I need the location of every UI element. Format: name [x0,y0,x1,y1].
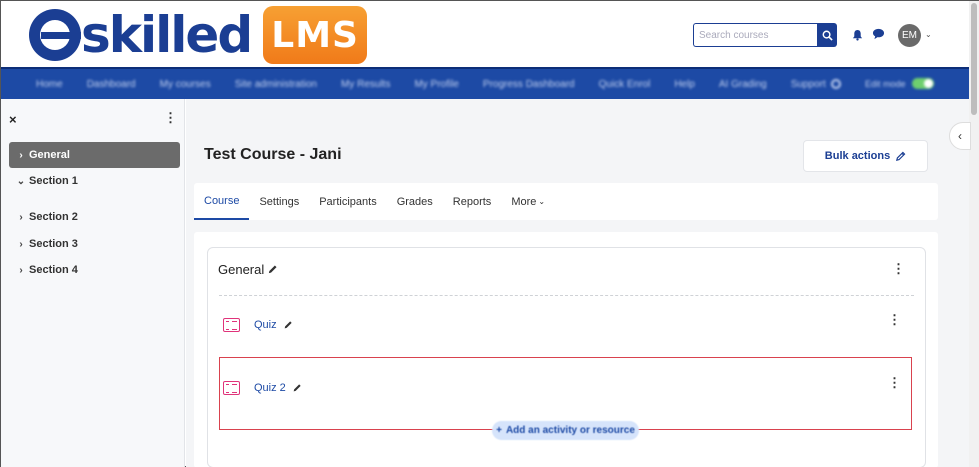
site-header: skilled LMS EM ⌄ [1,1,969,67]
tab-more[interactable]: More ⌄ [501,183,555,220]
nav-item-ai-grading[interactable]: AI Grading [719,79,767,90]
chevron-down-icon: ⌄ [538,197,546,206]
user-avatar[interactable]: EM [898,24,921,47]
course-index-label: Section 1 [29,175,78,187]
nav-item-my-courses[interactable]: My courses [160,79,211,90]
navbar-right-tools: Edit mode [831,78,934,89]
search-icon [822,30,833,41]
tab-more-label: More [511,195,537,208]
activity-quiz[interactable]: Quiz [223,318,293,332]
add-activity-label: Add an activity or resource [505,425,635,436]
nav-item-dashboard[interactable]: Dashboard [87,79,136,90]
chevron-right-icon[interactable]: › [13,150,29,161]
edit-activity-pencil-icon[interactable] [292,383,302,393]
nav-item-support[interactable]: Support [791,79,826,90]
activity-quiz-2[interactable]: Quiz 2 [223,381,302,395]
eskilled-logo[interactable]: skilled LMS [29,6,368,64]
lms-badge: LMS [263,6,368,64]
tab-course[interactable]: Course [194,183,250,220]
drawer-options-icon[interactable]: ⋮ [164,111,177,124]
course-index-label: Section 3 [29,238,78,250]
nav-item-help[interactable]: Help [674,79,695,90]
course-main-region: Test Course - Jani Bulk actions Course S… [186,99,969,467]
section-actions-icon[interactable]: ⋮ [892,262,905,275]
bulk-actions-button[interactable]: Bulk actions [803,140,928,172]
add-activity-button[interactable]: + Add an activity or resource [492,421,639,440]
section-name-text: General [218,262,265,277]
course-index-general[interactable]: › General [9,142,180,168]
primary-navigation: Home Dashboard My courses Site administr… [1,67,969,99]
logo-e-mark [29,9,81,61]
quiz-icon [223,381,240,395]
logo-wordmark: skilled [81,6,253,64]
close-drawer-icon[interactable]: × [9,112,17,127]
search-button[interactable] [817,23,837,47]
pencil-icon [896,151,906,161]
course-index-label: General [29,149,70,161]
activity-name-link[interactable]: Quiz [254,319,277,331]
nav-item-progress-dashboard[interactable]: Progress Dashboard [483,79,575,90]
course-index-drawer: × ⋮ › General ⌄ Section 1 › Section 2 › … [1,99,185,467]
course-search [693,23,837,47]
chat-icon[interactable] [872,28,885,40]
course-index-section-3[interactable]: › Section 3 [9,231,180,257]
nav-item-my-profile[interactable]: My Profile [414,79,458,90]
nav-item-site-administration[interactable]: Site administration [235,79,317,90]
page-title: Test Course - Jani [204,146,342,163]
page-scrollbar[interactable] [969,1,979,467]
chevron-down-icon[interactable]: ⌄ [13,176,29,187]
bell-icon[interactable] [852,29,863,41]
course-index-label: Section 4 [29,264,78,276]
course-index-label: Section 2 [29,211,78,223]
scrollbar-thumb[interactable] [971,3,977,115]
activity-name-link[interactable]: Quiz 2 [254,382,286,394]
chevron-left-icon: ‹ [958,129,962,143]
tab-participants[interactable]: Participants [309,183,386,220]
chevron-right-icon[interactable]: › [13,212,29,223]
nav-item-my-results[interactable]: My Results [341,79,390,90]
activity-actions-icon[interactable]: ⋮ [888,313,901,326]
chevron-right-icon[interactable]: › [13,239,29,250]
tab-reports[interactable]: Reports [443,183,502,220]
tab-grades[interactable]: Grades [387,183,443,220]
open-block-drawer-button[interactable]: ‹ [949,122,971,150]
section-title: General [218,262,278,277]
course-index-section-2[interactable]: › Section 2 [9,204,180,230]
edit-section-name-pencil-icon[interactable] [267,264,278,275]
chevron-right-icon[interactable]: › [13,265,29,276]
edit-mode-toggle[interactable] [911,78,934,89]
section-divider [219,295,914,296]
navbar-search-icon[interactable] [831,78,841,89]
nav-item-quick-enrol[interactable]: Quick Enrol [599,79,651,90]
nav-item-home[interactable]: Home [36,79,63,90]
user-menu-chevron-icon[interactable]: ⌄ [925,30,932,39]
search-input[interactable] [693,23,817,47]
plus-icon: + [496,425,502,436]
bulk-actions-label: Bulk actions [824,150,891,162]
tab-settings[interactable]: Settings [249,183,309,220]
quiz-icon [223,318,240,332]
course-secondary-navigation: Course Settings Participants Grades Repo… [194,183,938,220]
edit-mode-label: Edit mode [865,78,906,89]
course-index-section-4[interactable]: › Section 4 [9,257,180,283]
edit-activity-pencil-icon[interactable] [283,320,293,330]
activity-actions-icon[interactable]: ⋮ [888,376,901,389]
course-index-section-1[interactable]: ⌄ Section 1 [9,168,180,194]
